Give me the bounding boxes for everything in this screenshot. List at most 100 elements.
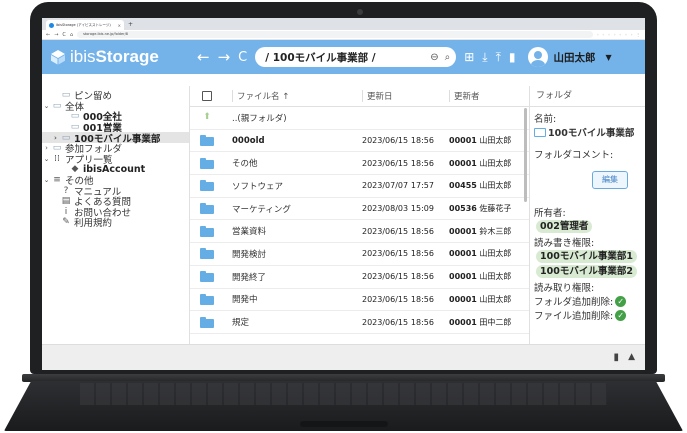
file-name[interactable]: 営業資料 [232, 225, 362, 237]
upload-icon[interactable]: ⤒ [496, 50, 501, 65]
table-row[interactable]: 規定 2023/06/15 18:56 00001 田中二郎 [190, 311, 529, 334]
laptop-front-notch [300, 421, 388, 427]
file-name[interactable]: 規定 [232, 316, 362, 328]
file-updater: 00001 山田太郎 [449, 272, 512, 282]
chevron-down-icon[interactable]: ⌄ [42, 176, 51, 184]
owner-label: 所有者: [534, 208, 566, 219]
browser-back-icon[interactable]: ← [46, 32, 50, 38]
app-logo-text: ibisStorage [70, 47, 159, 66]
browser-tab-title: ibisStorage (アイビスストレージ) [56, 22, 111, 27]
tree-item[interactable]: i お問い合わせ [42, 206, 189, 219]
file-name[interactable]: 000old [232, 136, 362, 146]
new-tab-icon[interactable]: + [128, 20, 133, 30]
file-list: ファイル名 ↑ 更新日 更新者 ⬆ ..(親フォルダ) 000old 2023/06/… [190, 86, 530, 344]
folder-icon [200, 135, 214, 147]
trash-icon[interactable]: ▮ [613, 352, 619, 363]
delete-icon[interactable]: ▮ [509, 50, 516, 64]
column-header-user[interactable]: 更新者 [449, 90, 480, 102]
file-date: 2023/08/03 15:09 [362, 204, 434, 214]
file-date: 2023/07/07 17:57 [362, 181, 434, 191]
browser-forward-icon[interactable]: → [54, 32, 58, 38]
app-header: ibisStorage ← → C / 100モバイル事業部 / ⊖ ⌕ ⊞ ⤓… [42, 40, 645, 74]
comment-label: フォルダコメント: [534, 150, 614, 161]
chevron-right-icon[interactable]: › [42, 144, 51, 152]
browser-tab-bar: ibisStorage (アイビスストレージ) × + [42, 18, 645, 30]
tree-item-label: 利用規約 [74, 218, 113, 230]
file-date: 2023/06/15 18:56 [362, 136, 434, 146]
table-row[interactable]: ⬆ ..(親フォルダ) [190, 107, 529, 130]
scrollbar[interactable] [524, 108, 527, 202]
folder-icon [200, 180, 214, 192]
laptop-mockup: ibisStorage (アイビスストレージ) × + ← → C ⌂ stor… [0, 0, 687, 433]
user-menu[interactable]: 山田太郎 ▼ [527, 47, 612, 67]
url-field[interactable]: storage.ibis.ne.jp/folder/8 [77, 31, 593, 38]
file-name[interactable]: 開発終了 [232, 271, 362, 283]
edit-button[interactable]: 編集 [592, 171, 628, 189]
table-row[interactable]: 開発終了 2023/06/15 18:56 00001 山田太郎 [190, 266, 529, 289]
file-name[interactable]: 開発検討 [232, 248, 362, 260]
file-name[interactable]: マーケティング [232, 203, 362, 215]
browser-reload-icon[interactable]: C [62, 32, 66, 38]
nav-forward-icon[interactable]: → [218, 48, 231, 66]
browser-extension-icons[interactable]: ◦ ◦ ◦ ◦ ◦ ◦ ◦ ⋮ [597, 32, 641, 37]
rw-chip-1: 100モバイル事業部1 [536, 250, 637, 263]
file-updater: 00455 山田太郎 [449, 181, 512, 191]
browser-tab[interactable]: ibisStorage (アイビスストレージ) × [46, 20, 124, 30]
file-name[interactable]: その他 [232, 157, 362, 169]
reload-icon[interactable]: C [238, 50, 247, 65]
folder-icon [200, 316, 214, 328]
file-name[interactable]: ソフトウェア [232, 180, 362, 192]
select-all-checkbox[interactable] [202, 91, 212, 101]
info-icon: i [64, 206, 68, 217]
keyboard [80, 383, 607, 405]
folder-icon [200, 271, 214, 283]
folder-icon [200, 157, 214, 169]
scroll-up-icon[interactable]: ▲ [628, 352, 635, 362]
table-row[interactable]: 営業資料 2023/06/15 18:56 00001 鈴木三郎 [190, 220, 529, 244]
chevron-right-icon[interactable]: › [51, 134, 60, 142]
file-date: 2023/06/15 18:56 [362, 249, 434, 259]
link-icon[interactable]: ⊖ [430, 52, 438, 63]
file-rows: ⬆ ..(親フォルダ) 000old 2023/06/15 18:56 00001 山田… [190, 107, 529, 334]
chevron-down-icon[interactable]: ⌄ [42, 102, 51, 110]
chevron-down-icon[interactable]: ⌄ [42, 155, 51, 163]
table-row[interactable]: マーケティング 2023/08/03 15:09 00536 佐藤花子 [190, 198, 529, 221]
current-path: / 100モバイル事業部 / [265, 51, 376, 64]
browser-home-icon[interactable]: ⌂ [70, 32, 73, 38]
laptop-screen: ibisStorage (アイビスストレージ) × + ← → C ⌂ stor… [42, 18, 645, 370]
avatar [527, 47, 548, 67]
table-row[interactable]: 開発中 2023/06/15 18:56 00001 山田太郎 [190, 289, 529, 312]
file-name[interactable]: ..(親フォルダ) [232, 112, 362, 124]
file-name[interactable]: 開発中 [232, 293, 362, 305]
folder-icon: ▭ [70, 111, 80, 122]
folder-icon: ▭ [52, 100, 62, 111]
file-updater: 00536 佐藤花子 [449, 204, 512, 214]
new-folder-icon[interactable]: ⊞ [464, 50, 474, 64]
file-updater: 00001 山田太郎 [449, 158, 512, 168]
app-logo[interactable]: ibisStorage [50, 47, 197, 67]
perm-file-add: ファイル追加削除: ✓ [534, 308, 645, 322]
table-row[interactable]: その他 2023/06/15 18:56 00001 山田太郎 [190, 152, 529, 176]
folder-icon [200, 248, 214, 260]
table-row[interactable]: 000old 2023/06/15 18:56 00001 山田太郎 [190, 130, 529, 153]
nav-back-icon[interactable]: ← [197, 48, 210, 66]
folder-path-box[interactable]: / 100モバイル事業部 / ⊖ ⌕ [255, 47, 457, 67]
main-content: ▭ ピン留め ⌄ ▭ 全体 ▭ 000全社 ▭ 001営業 › ▭ 100モバイル事業部 › ▭ 参加フォル… [42, 86, 645, 344]
terms-icon: ✎ [62, 217, 70, 228]
download-icon[interactable]: ⤓ [482, 50, 487, 65]
folder-icon [200, 203, 214, 215]
file-date: 2023/06/15 18:56 [362, 272, 434, 282]
file-updater: 00001 田中二郎 [449, 317, 512, 327]
column-header-date[interactable]: 更新日 [362, 90, 449, 102]
file-date: 2023/06/15 18:56 [362, 158, 434, 168]
column-header-name[interactable]: ファイル名 ↑ [232, 90, 362, 102]
close-tab-icon[interactable]: × [118, 23, 121, 28]
chevron-down-icon: ▼ [605, 52, 612, 62]
search-icon[interactable]: ⌕ [445, 52, 451, 63]
folder-tree: ▭ ピン留め ⌄ ▭ 全体 ▭ 000全社 ▭ 001営業 › ▭ 100モバイル事業部 › ▭ 参加フォル… [42, 86, 190, 344]
file-updater: 00001 鈴木三郎 [449, 226, 512, 236]
file-date: 2023/06/15 18:56 [362, 317, 434, 327]
table-row[interactable]: 開発検討 2023/06/15 18:56 00001 山田太郎 [190, 243, 529, 266]
properties-panel: フォルダ 名前: 100モバイル事業部 フォルダコメント: 編集 所有者: 00… [530, 86, 645, 344]
table-row[interactable]: ソフトウェア 2023/07/07 17:57 00455 山田太郎 [190, 175, 529, 198]
